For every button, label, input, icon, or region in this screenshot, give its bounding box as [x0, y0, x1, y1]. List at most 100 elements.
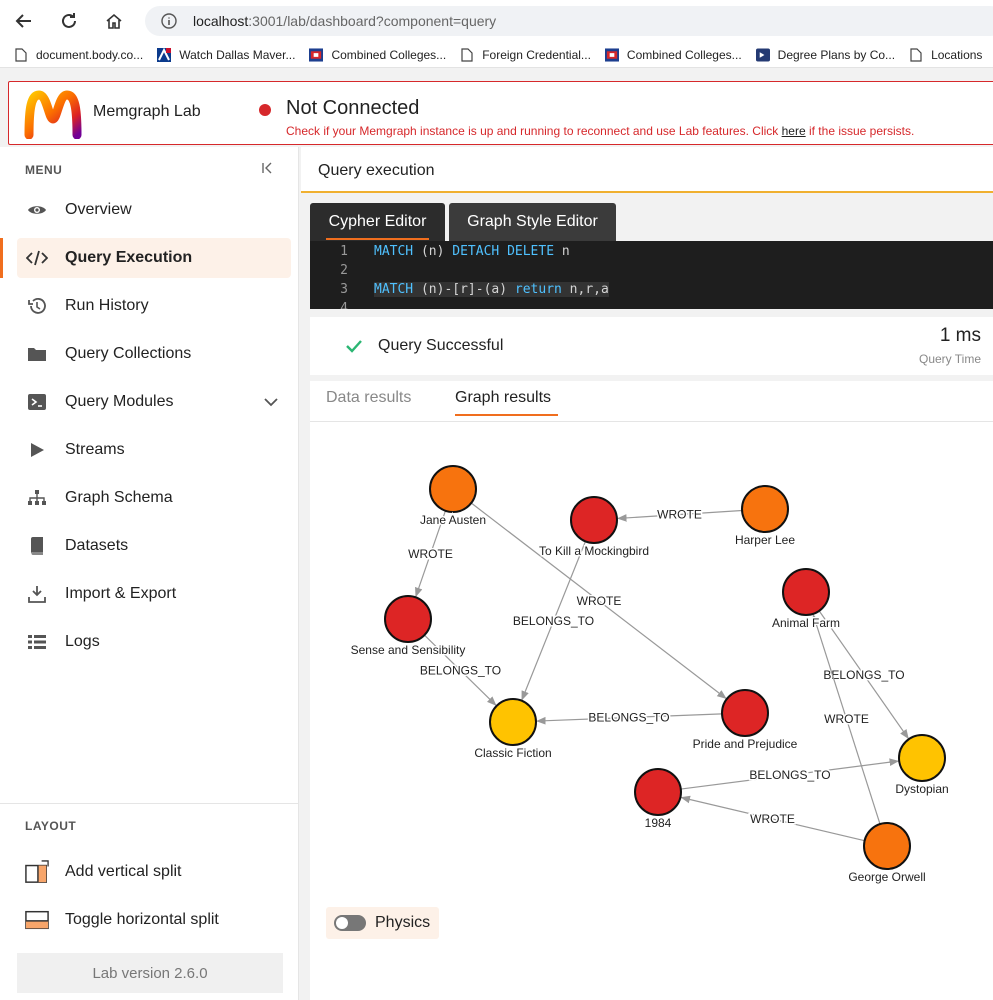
- sidebar-item-logs[interactable]: Logs: [17, 622, 291, 662]
- graph-edge-label: BELONGS_TO: [749, 768, 830, 782]
- line-number: 2: [340, 263, 348, 278]
- graph-node-author[interactable]: [429, 465, 477, 513]
- code-line: 1 MATCH (n) DETACH DELETE n: [310, 242, 570, 261]
- graph-node-label: 1984: [645, 816, 672, 830]
- graph-edge-label: WROTE: [577, 594, 622, 608]
- graph-node-label: George Orwell: [848, 870, 925, 884]
- query-status: Query Successful: [378, 337, 504, 354]
- sidebar-item-query-collections[interactable]: Query Collections: [17, 334, 291, 374]
- tab-data-results[interactable]: Data results: [326, 389, 411, 407]
- bookmark-item[interactable]: document.body.co...: [14, 47, 143, 62]
- graph-node-label: Classic Fiction: [474, 746, 551, 760]
- info-icon: [161, 13, 177, 29]
- main-panel: Query execution Cypher Editor Graph Styl…: [301, 147, 993, 1000]
- graph-node-genre[interactable]: [898, 734, 946, 782]
- bookmarks-bar: document.body.co... Watch Dallas Maver..…: [0, 42, 993, 68]
- toggle-horizontal-split-button[interactable]: Toggle horizontal split: [17, 900, 291, 940]
- eye-icon: [25, 198, 49, 222]
- folder-icon: [25, 342, 49, 366]
- memgraph-logo-icon: [24, 90, 82, 139]
- graph-node-book[interactable]: [782, 568, 830, 616]
- line-number: 1: [340, 244, 348, 259]
- graph-node-book[interactable]: [634, 768, 682, 816]
- graph-node-book[interactable]: [384, 595, 432, 643]
- college-logo-icon: [309, 47, 324, 62]
- graph-edge-label: BELONGS_TO: [588, 711, 669, 725]
- graph-edge-label: WROTE: [408, 547, 453, 561]
- bookmark-item[interactable]: Locations: [909, 47, 982, 62]
- sidebar-item-run-history[interactable]: Run History: [17, 286, 291, 326]
- address-bar[interactable]: localhost:3001/lab/dashboard?component=q…: [145, 6, 993, 36]
- horizontal-split-icon: [25, 908, 49, 932]
- connection-banner: Memgraph Lab Not Connected Check if your…: [8, 81, 993, 145]
- vertical-split-icon: [25, 860, 49, 884]
- graph-edge-label: WROTE: [657, 508, 702, 522]
- active-tab-underline: [326, 238, 429, 240]
- sidebar-item-query-modules[interactable]: Query Modules: [17, 382, 291, 422]
- graph-node-book[interactable]: [721, 689, 769, 737]
- sidebar-item-query-execution[interactable]: Query Execution: [17, 238, 291, 278]
- home-icon: [106, 13, 122, 29]
- graph-edge-label: BELONGS_TO: [420, 664, 501, 678]
- query-time-value: 1 ms: [939, 325, 981, 346]
- graph-node-label: Harper Lee: [735, 533, 795, 547]
- page-icon: [14, 47, 28, 62]
- bookmark-item[interactable]: Combined Colleges...: [309, 47, 446, 62]
- list-icon: [25, 630, 49, 654]
- toggle-switch[interactable]: [334, 915, 366, 931]
- graph-node-label: Dystopian: [895, 782, 948, 796]
- terminal-icon: [25, 390, 49, 414]
- status-dot: [259, 104, 271, 116]
- home-button[interactable]: [103, 10, 125, 32]
- graph-edge-label: BELONGS_TO: [823, 668, 904, 682]
- code-line: 4: [310, 299, 374, 309]
- back-button[interactable]: [13, 10, 35, 32]
- sidebar-item-datasets[interactable]: Datasets: [17, 526, 291, 566]
- reload-button[interactable]: [58, 10, 80, 32]
- collapse-sidebar-icon[interactable]: [259, 160, 275, 176]
- graph-node-label: To Kill a Mockingbird: [539, 544, 649, 558]
- add-vertical-split-button[interactable]: Add vertical split: [17, 852, 291, 892]
- graph-node-genre[interactable]: [489, 698, 537, 746]
- history-icon: [25, 294, 49, 318]
- page-icon: [909, 47, 923, 62]
- connection-status-message: Check if your Memgraph instance is up an…: [286, 124, 915, 138]
- physics-toggle[interactable]: Physics: [326, 907, 439, 939]
- bookmark-item[interactable]: Combined Colleges...: [604, 47, 742, 62]
- code-text: MATCH (n)-[r]-(a) return n,r,a: [374, 282, 609, 297]
- graph-node-author[interactable]: [863, 822, 911, 870]
- bookmark-item[interactable]: Degree Plans by Co...: [755, 47, 895, 62]
- page-icon: [460, 47, 474, 62]
- graph-node-book[interactable]: [570, 496, 618, 544]
- active-indicator: [0, 238, 3, 278]
- sidebar: MENU Overview Query Execution Run Histor…: [0, 147, 299, 1000]
- sidebar-item-overview[interactable]: Overview: [17, 190, 291, 230]
- sidebar-item-import-export[interactable]: Import & Export: [17, 574, 291, 614]
- code-line: 3 MATCH (n)-[r]-(a) return n,r,a: [310, 280, 609, 299]
- browser-toolbar: localhost:3001/lab/dashboard?component=q…: [0, 0, 993, 42]
- line-number: 4: [340, 301, 348, 309]
- code-editor[interactable]: 1 MATCH (n) DETACH DELETE n 2 3 MATCH (n)-[r…: [310, 241, 993, 309]
- bookmark-item[interactable]: Watch Dallas Maver...: [157, 47, 295, 62]
- graph-edge-label: WROTE: [750, 812, 795, 826]
- bookmark-item[interactable]: Foreign Credential...: [460, 47, 591, 62]
- download-icon: [25, 582, 49, 606]
- tab-graph-style-editor[interactable]: Graph Style Editor: [449, 203, 616, 241]
- chevron-down-icon[interactable]: [263, 394, 279, 410]
- active-tab-underline: [455, 414, 558, 416]
- graph-node-author[interactable]: [741, 485, 789, 533]
- tab-graph-results[interactable]: Graph results: [455, 389, 558, 416]
- menu-title: MENU: [25, 163, 63, 177]
- help-link[interactable]: here: [782, 124, 806, 138]
- schema-icon: [25, 486, 49, 510]
- code-line: 2: [310, 261, 374, 280]
- graph-edge-label: WROTE: [824, 712, 869, 726]
- book-icon: [25, 534, 49, 558]
- layout-title: LAYOUT: [25, 819, 77, 833]
- sidebar-item-streams[interactable]: Streams: [17, 430, 291, 470]
- college-logo-icon: [604, 47, 619, 62]
- code-icon: [25, 246, 49, 270]
- sidebar-item-graph-schema[interactable]: Graph Schema: [17, 478, 291, 518]
- query-editor: Cypher Editor Graph Style Editor 1 MATCH …: [310, 203, 993, 309]
- tab-cypher-editor[interactable]: Cypher Editor: [310, 203, 445, 241]
